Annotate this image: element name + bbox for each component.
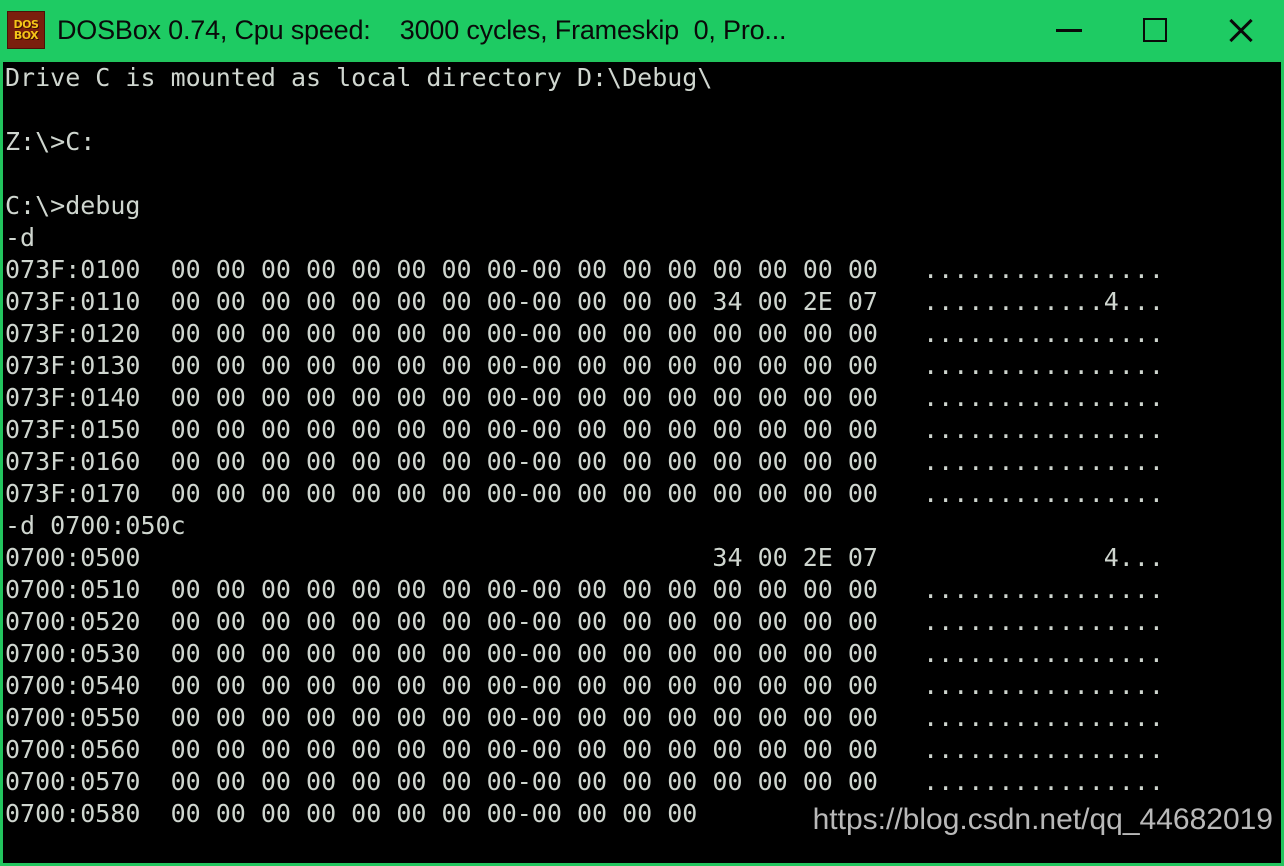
terminal-line: 0700:0530 00 00 00 00 00 00 00 00-00 00 … xyxy=(5,639,1164,668)
title-bar[interactable]: DOS BOX DOSBox 0.74, Cpu speed: 3000 cyc… xyxy=(0,0,1284,60)
terminal-line: 0700:0570 00 00 00 00 00 00 00 00-00 00 … xyxy=(5,767,1164,796)
dos-terminal[interactable]: Drive C is mounted as local directory D:… xyxy=(3,62,1281,863)
terminal-line: 073F:0150 00 00 00 00 00 00 00 00-00 00 … xyxy=(5,415,1164,444)
close-icon xyxy=(1226,15,1256,45)
terminal-line: 0700:0560 00 00 00 00 00 00 00 00-00 00 … xyxy=(5,735,1164,764)
watermark-text: https://blog.csdn.net/qq_44682019 xyxy=(812,803,1273,836)
dosbox-icon-line2: BOX xyxy=(13,29,39,42)
terminal-line: 0700:0500 34 00 2E 07 4... xyxy=(5,543,1164,572)
terminal-line: 0700:0550 00 00 00 00 00 00 00 00-00 00 … xyxy=(5,703,1164,732)
emulator-screen-frame: Drive C is mounted as local directory D:… xyxy=(0,60,1284,866)
dosbox-window: DOS BOX DOSBox 0.74, Cpu speed: 3000 cyc… xyxy=(0,0,1284,866)
terminal-line: 0700:0540 00 00 00 00 00 00 00 00-00 00 … xyxy=(5,671,1164,700)
terminal-line: 073F:0130 00 00 00 00 00 00 00 00-00 00 … xyxy=(5,351,1164,380)
terminal-line: 073F:0120 00 00 00 00 00 00 00 00-00 00 … xyxy=(5,319,1164,348)
terminal-line: 073F:0110 00 00 00 00 00 00 00 00-00 00 … xyxy=(5,287,1164,316)
terminal-output: Drive C is mounted as local directory D:… xyxy=(5,62,1281,830)
close-button[interactable] xyxy=(1198,0,1284,60)
terminal-line: 073F:0170 00 00 00 00 00 00 00 00-00 00 … xyxy=(5,479,1164,508)
terminal-line: 0700:0520 00 00 00 00 00 00 00 00-00 00 … xyxy=(5,607,1164,636)
terminal-line: 0700:0510 00 00 00 00 00 00 00 00-00 00 … xyxy=(5,575,1164,604)
maximize-button[interactable] xyxy=(1112,0,1198,60)
terminal-line: C:\>debug xyxy=(5,191,141,220)
terminal-line: 073F:0160 00 00 00 00 00 00 00 00-00 00 … xyxy=(5,447,1164,476)
terminal-line: -d 0700:050c xyxy=(5,511,186,540)
terminal-line: 073F:0140 00 00 00 00 00 00 00 00-00 00 … xyxy=(5,383,1164,412)
minimize-icon xyxy=(1056,28,1082,32)
terminal-line: 073F:0100 00 00 00 00 00 00 00 00-00 00 … xyxy=(5,255,1164,284)
terminal-line: -d xyxy=(5,223,36,252)
maximize-icon xyxy=(1143,18,1167,42)
terminal-line: Z:\>C: xyxy=(5,127,96,156)
window-controls xyxy=(1026,0,1284,60)
terminal-line: Drive C is mounted as local directory D:… xyxy=(5,63,713,92)
window-title: DOSBox 0.74, Cpu speed: 3000 cycles, Fra… xyxy=(57,14,787,45)
dosbox-icon: DOS BOX xyxy=(7,11,45,49)
minimize-button[interactable] xyxy=(1026,0,1112,60)
